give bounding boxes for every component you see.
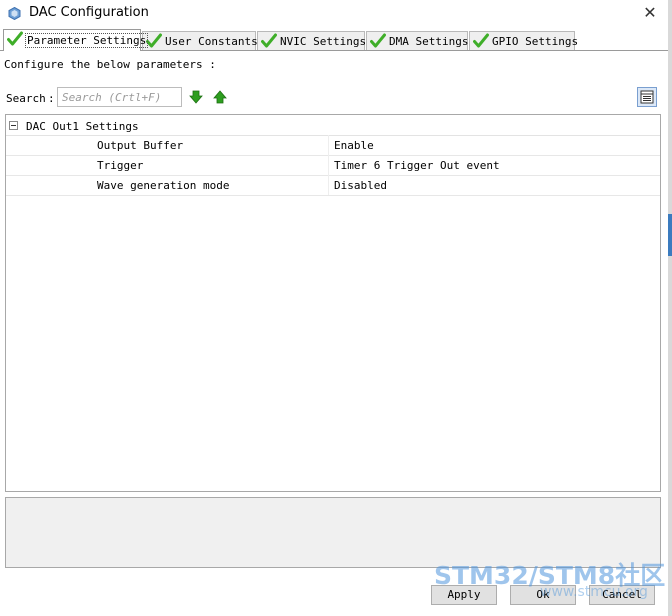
tab-label: User Constants bbox=[165, 35, 258, 48]
check-icon bbox=[146, 33, 162, 48]
parameter-tree: DAC Out1 Settings Output Buffer Enable T… bbox=[5, 114, 661, 492]
search-previous-up-arrow-icon[interactable] bbox=[213, 90, 227, 104]
parameter-value[interactable]: Enable bbox=[334, 139, 374, 152]
check-icon bbox=[261, 33, 277, 48]
toggle-view-button[interactable] bbox=[637, 87, 657, 107]
parameter-name: Output Buffer bbox=[97, 139, 184, 152]
parameter-row-trigger[interactable]: Trigger Timer 6 Trigger Out event bbox=[6, 155, 660, 176]
tab-label: Parameter Settings bbox=[25, 33, 149, 48]
list-view-icon bbox=[640, 90, 654, 104]
tab-nvic-settings[interactable]: NVIC Settings bbox=[257, 31, 367, 50]
column-separator bbox=[328, 135, 329, 195]
search-colon: : bbox=[48, 92, 55, 105]
search-next-down-arrow-icon[interactable] bbox=[189, 90, 203, 104]
parameter-value[interactable]: Disabled bbox=[334, 179, 387, 192]
background-window-edge bbox=[668, 0, 672, 616]
parameter-row-output-buffer[interactable]: Output Buffer Enable bbox=[6, 135, 660, 156]
parameter-name: Wave generation mode bbox=[97, 179, 230, 192]
background-accent bbox=[668, 214, 672, 256]
check-icon bbox=[7, 31, 23, 46]
close-button[interactable]: ✕ bbox=[638, 2, 662, 24]
parameter-name: Trigger bbox=[97, 159, 144, 172]
tab-gpio-settings[interactable]: GPIO Settings bbox=[469, 31, 579, 50]
tab-dma-settings[interactable]: DMA Settings bbox=[366, 31, 468, 50]
collapse-icon[interactable] bbox=[9, 121, 18, 130]
instructions-text: Configure the below parameters : bbox=[4, 58, 216, 71]
title-bar: DAC Configuration ✕ bbox=[0, 0, 672, 28]
search-label: Search bbox=[6, 92, 46, 105]
window-title: DAC Configuration bbox=[29, 5, 149, 20]
tab-label: GPIO Settings bbox=[492, 35, 579, 48]
close-icon: ✕ bbox=[643, 3, 657, 22]
tree-group-dac-out1[interactable]: DAC Out1 Settings bbox=[6, 117, 660, 136]
watermark-url: www.stmcu.org bbox=[540, 584, 648, 600]
tab-user-constants[interactable]: User Constants bbox=[142, 31, 258, 50]
check-icon bbox=[473, 33, 489, 48]
app-icon bbox=[8, 7, 21, 20]
tab-label: NVIC Settings bbox=[280, 35, 367, 48]
tab-parameter-settings[interactable]: Parameter Settings bbox=[3, 29, 149, 51]
tab-label: DMA Settings bbox=[389, 35, 469, 48]
group-label: DAC Out1 Settings bbox=[26, 120, 139, 133]
tab-bar: Parameter Settings User Constants NVIC S… bbox=[2, 29, 602, 51]
search-input[interactable] bbox=[57, 87, 182, 107]
parameter-value[interactable]: Timer 6 Trigger Out event bbox=[334, 159, 500, 172]
check-icon bbox=[370, 33, 386, 48]
parameter-row-wave-generation-mode[interactable]: Wave generation mode Disabled bbox=[6, 175, 660, 196]
